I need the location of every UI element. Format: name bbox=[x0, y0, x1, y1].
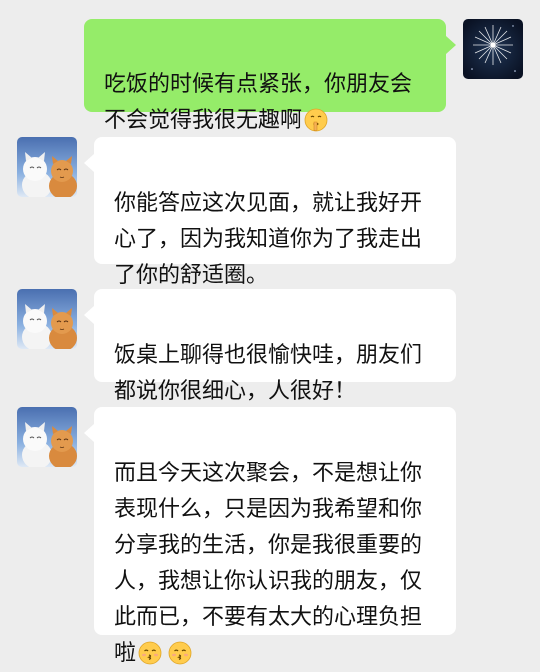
message-bubble-friend-3[interactable]: 而且今天这次聚会，不是想让你 表现什么，只是因为我希望和你 分享我的生活，你是我… bbox=[94, 407, 456, 666]
message-bubble-friend-2[interactable]: 饭桌上聊得也很愉快哇，朋友们 都说你很细心，人很好！ bbox=[94, 289, 456, 404]
friend-avatar[interactable] bbox=[17, 289, 77, 349]
kissing-face-emoji bbox=[138, 641, 162, 665]
cats-avatar-icon bbox=[17, 137, 77, 197]
friend-avatar[interactable] bbox=[17, 137, 77, 197]
cats-avatar-icon bbox=[17, 407, 77, 467]
message-bubble-me-1[interactable]: 吃饭的时候有点紧张，你朋友会 不会觉得我很无趣啊 bbox=[84, 19, 446, 133]
bubble-tail bbox=[446, 36, 456, 54]
fireworks-avatar-icon bbox=[463, 19, 523, 79]
message-text: 而且今天这次聚会，不是想让你 表现什么，只是因为我希望和你 分享我的生活，你是我… bbox=[114, 461, 423, 666]
message-bubble-friend-1[interactable]: 你能答应这次见面，就让我好开 心了，因为我知道你为了我走出 了你的舒适圈。 bbox=[94, 137, 456, 288]
shushing-face-emoji bbox=[304, 108, 328, 132]
bubble-tail bbox=[84, 424, 94, 442]
bubble-tail bbox=[84, 154, 94, 172]
bubble-tail bbox=[84, 306, 94, 324]
my-avatar[interactable] bbox=[463, 19, 523, 79]
message-text: 你能答应这次见面，就让我好开 心了，因为我知道你为了我走出 了你的舒适圈。 bbox=[114, 191, 423, 288]
kissing-face-emoji bbox=[168, 641, 192, 665]
message-text: 饭桌上聊得也很愉快哇，朋友们 都说你很细心，人很好！ bbox=[114, 343, 423, 404]
cats-avatar-icon bbox=[17, 289, 77, 349]
message-text: 吃饭的时候有点紧张，你朋友会 不会觉得我很无趣啊 bbox=[104, 72, 413, 133]
friend-avatar[interactable] bbox=[17, 407, 77, 467]
